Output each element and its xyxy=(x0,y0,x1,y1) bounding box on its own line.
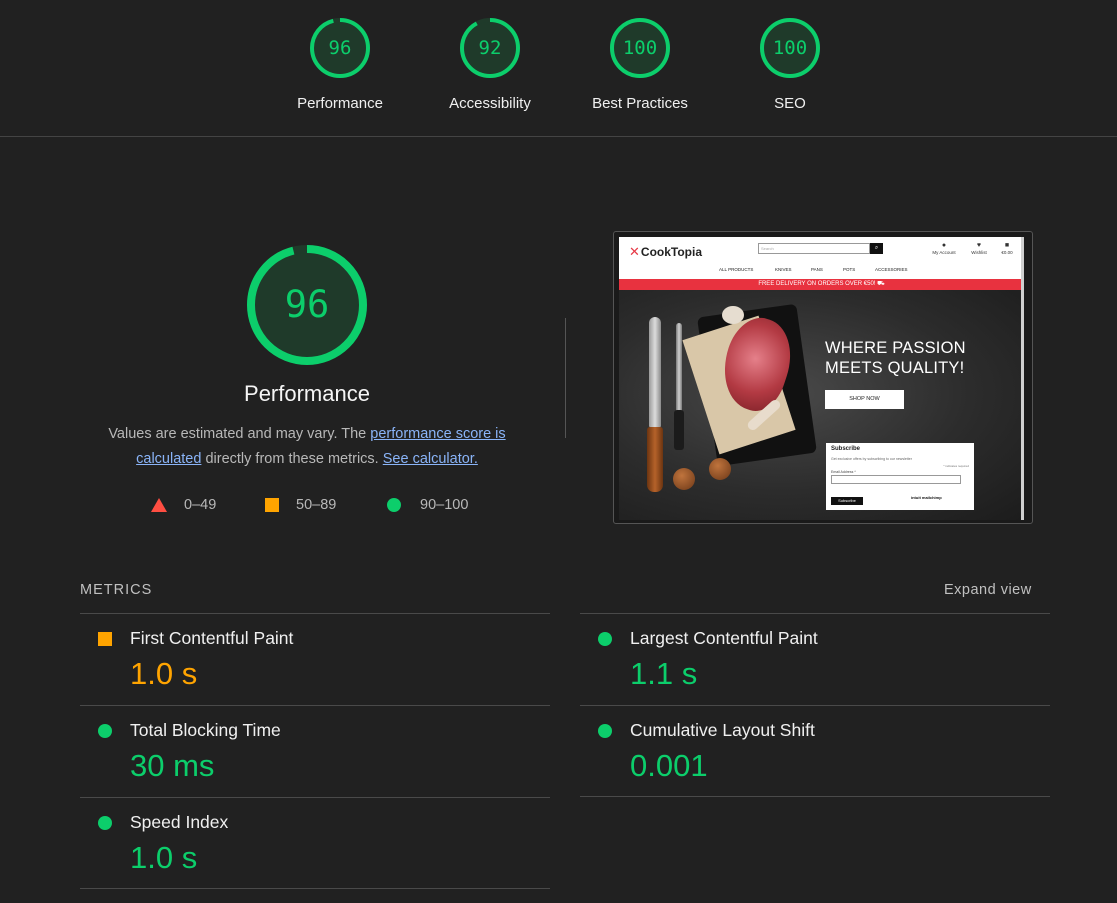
email-field xyxy=(831,475,961,484)
legend-label: 90–100 xyxy=(420,497,469,513)
icon-label: Wishlist xyxy=(971,250,987,255)
gauge-label: Best Practices xyxy=(592,95,688,112)
divider xyxy=(580,796,1050,797)
shallot xyxy=(709,458,731,480)
metric-value: 1.1 s xyxy=(630,656,698,691)
mailchimp-badge: intuit mailchimp xyxy=(911,495,942,500)
score-ring: 96 xyxy=(309,17,371,79)
legend-pass: 90–100 xyxy=(387,497,468,513)
metric-name: Speed Index xyxy=(130,812,229,832)
metric-speed-index[interactable]: Speed Index 1.0 s xyxy=(80,797,550,889)
gauge-label: Accessibility xyxy=(449,95,531,112)
metric-name: Total Blocking Time xyxy=(130,720,281,740)
performance-title: Performance xyxy=(244,381,370,406)
subscribe-title: Subscribe xyxy=(831,446,861,452)
triangle-icon xyxy=(151,498,167,512)
search-icon: ⌕ xyxy=(870,243,883,254)
site-header: ✕ CookTopia Search ⌕ ● My Account ♥ Wishlis… xyxy=(619,237,1024,270)
legend-label: 0–49 xyxy=(184,497,217,513)
hero-line: WHERE PASSION xyxy=(825,339,966,357)
screenshot-page: ✕ CookTopia Search ⌕ ● My Account ♥ Wishlis… xyxy=(619,237,1024,520)
gauge-accessibility[interactable]: 92 Accessibility xyxy=(435,17,545,112)
metric-largest-contentful-paint[interactable]: Largest Contentful Paint 1.1 s xyxy=(580,613,1050,705)
divider xyxy=(80,888,550,889)
subscribe-desc: Get exclusive offers by subscribing to o… xyxy=(831,457,912,461)
score-ring: 100 xyxy=(759,17,821,79)
see-calculator-link[interactable]: See calculator. xyxy=(383,451,478,467)
metric-value: 0.001 xyxy=(630,748,708,783)
nav-item: POTS xyxy=(843,267,856,272)
final-screenshot[interactable]: ✕ CookTopia Search ⌕ ● My Account ♥ Wishlis… xyxy=(613,231,1033,524)
subscribe-button: Subscribe xyxy=(831,497,863,505)
circle-icon xyxy=(98,724,112,738)
score-value: 100 xyxy=(772,37,808,59)
gauge-label: SEO xyxy=(774,95,806,112)
legend-average: 50–89 xyxy=(265,497,336,513)
nav-item: ACCESSORIES xyxy=(875,267,908,272)
gauge-seo[interactable]: 100 SEO xyxy=(735,17,845,112)
account-icon: ● My Account xyxy=(932,242,956,255)
hero-heading: WHERE PASSION MEETS QUALITY! xyxy=(825,338,966,378)
circle-icon xyxy=(598,724,612,738)
metrics-heading: METRICS xyxy=(80,582,153,598)
circle-icon xyxy=(387,498,401,512)
gauge-best-practices[interactable]: 100 Best Practices xyxy=(585,17,695,112)
circle-icon xyxy=(598,632,612,646)
knife-handle xyxy=(647,427,663,492)
performance-main-gauge: 96 xyxy=(245,243,369,367)
scrollbar xyxy=(1021,237,1024,520)
metric-first-contentful-paint[interactable]: First Contentful Paint 1.0 s xyxy=(80,613,550,705)
site-logo: ✕ CookTopia xyxy=(629,244,702,260)
gauge-label: Performance xyxy=(297,95,383,112)
description-text: Values are estimated and may vary. The xyxy=(108,426,371,442)
garlic xyxy=(722,306,744,324)
score-value: 92 xyxy=(478,37,502,59)
score-value: 100 xyxy=(622,37,658,59)
crossed-knives-icon: ✕ xyxy=(629,244,640,259)
shallot xyxy=(673,468,695,490)
subscribe-required: * indicates required xyxy=(943,464,969,468)
hero-line: MEETS QUALITY! xyxy=(825,359,965,377)
icon-label: €0.00 xyxy=(1001,250,1013,255)
heart-icon: ♥ Wishlist xyxy=(971,242,987,255)
metric-name: First Contentful Paint xyxy=(130,628,294,648)
email-label: Email Address * xyxy=(831,470,856,474)
performance-score: 96 xyxy=(284,283,330,326)
square-icon xyxy=(98,632,112,646)
site-nav: ALL PRODUCTS KNIVES PANS POTS ACCESSORIE… xyxy=(619,267,1024,276)
performance-description: Values are estimated and may vary. The p… xyxy=(92,422,522,472)
description-text: directly from these metrics. xyxy=(201,451,383,467)
legend-label: 50–89 xyxy=(296,497,337,513)
metric-name: Largest Contentful Paint xyxy=(630,628,818,648)
site-search: Search xyxy=(758,243,870,254)
circle-icon xyxy=(98,816,112,830)
metric-value: 1.0 s xyxy=(130,656,198,691)
expand-view-toggle[interactable]: Expand view xyxy=(944,582,1032,598)
metric-name: Cumulative Layout Shift xyxy=(630,720,815,740)
logo-text: CookTopia xyxy=(640,245,703,259)
score-ring: 100 xyxy=(609,17,671,79)
divider xyxy=(565,318,566,438)
subscribe-form: Subscribe Get exclusive offers by subscr… xyxy=(826,443,974,510)
fork-handle xyxy=(674,410,684,450)
bag-icon: ■ €0.00 xyxy=(1001,242,1013,255)
hero-image: WHERE PASSION MEETS QUALITY! SHOP NOW Sub… xyxy=(619,290,1024,520)
metric-value: 30 ms xyxy=(130,748,215,783)
shop-now-button: SHOP NOW xyxy=(825,390,904,409)
metric-total-blocking-time[interactable]: Total Blocking Time 30 ms xyxy=(80,705,550,797)
knife-blade xyxy=(649,317,661,427)
metric-value: 1.0 s xyxy=(130,840,198,875)
score-value: 96 xyxy=(328,37,352,59)
score-ring: 92 xyxy=(459,17,521,79)
nav-item: KNIVES xyxy=(775,267,792,272)
nav-item: ALL PRODUCTS xyxy=(719,267,754,272)
square-icon xyxy=(265,498,279,512)
category-gauges: 96 Performance 92 Accessibility 100 Best… xyxy=(0,0,1117,137)
metric-cumulative-layout-shift[interactable]: Cumulative Layout Shift 0.001 xyxy=(580,705,1050,797)
legend-fail: 0–49 xyxy=(151,497,216,513)
delivery-banner: FREE DELIVERY ON ORDERS OVER €50! ⛟ xyxy=(619,279,1024,290)
icon-label: My Account xyxy=(932,250,956,255)
gauge-performance[interactable]: 96 Performance xyxy=(285,17,395,112)
nav-item: PANS xyxy=(811,267,823,272)
